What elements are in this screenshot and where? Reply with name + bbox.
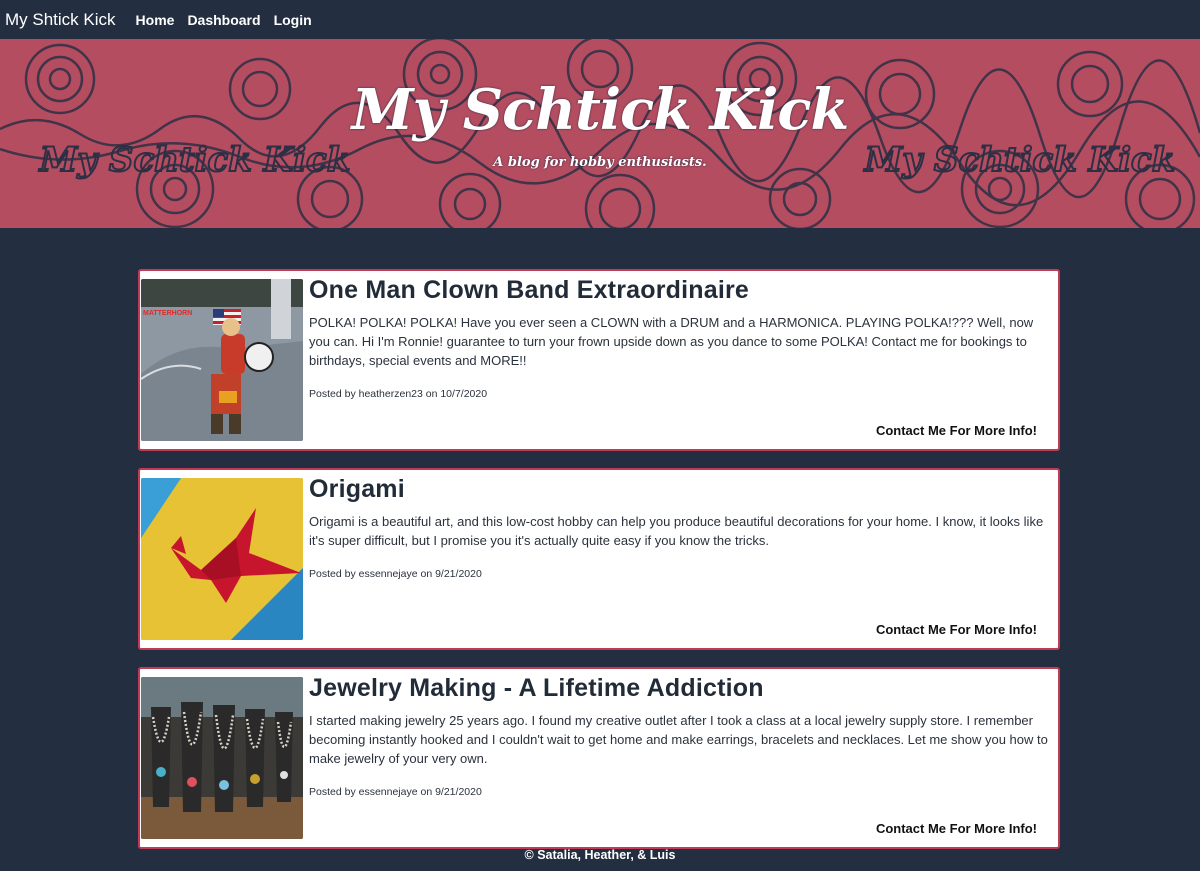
post-image-clown-band: MATTERHORN xyxy=(141,279,303,441)
contact-link[interactable]: Contact Me For More Info! xyxy=(876,423,1037,438)
post-card: MATTERHORN One Man Clown Band Extraordin… xyxy=(138,269,1060,451)
post-body: Jewelry Making - A Lifetime Addiction I … xyxy=(309,674,1054,839)
nav-home-link[interactable]: Home xyxy=(136,12,175,28)
post-meta: Posted by heatherzen23 on 10/7/2020 xyxy=(309,388,488,400)
post-body: Origami Origami is a beautiful art, and … xyxy=(309,475,1054,640)
top-navbar: My Shtick Kick Home Dashboard Login xyxy=(0,0,1200,39)
post-image-jewelry xyxy=(141,677,303,839)
hero-banner: My Schtick Kick My Schtick Kick My Schti… xyxy=(0,39,1200,228)
post-meta: Posted by essennejaye on 9/21/2020 xyxy=(309,568,482,580)
nav-login-link[interactable]: Login xyxy=(274,12,312,28)
svg-text:MATTERHORN: MATTERHORN xyxy=(143,310,192,317)
post-card: Origami Origami is a beautiful art, and … xyxy=(138,468,1060,650)
footer-credits: © Satalia, Heather, & Luis xyxy=(524,848,676,862)
hero-tagline: A blog for hobby enthusiasts. xyxy=(493,155,707,170)
post-excerpt: Origami is a beautiful art, and this low… xyxy=(309,514,1044,548)
post-title[interactable]: One Man Clown Band Extraordinaire xyxy=(309,276,1054,305)
post-body: One Man Clown Band Extraordinaire POLKA!… xyxy=(309,276,1054,441)
brand-link[interactable]: My Shtick Kick xyxy=(5,10,116,30)
post-excerpt: I started making jewelry 25 years ago. I… xyxy=(309,713,1048,766)
post-list: MATTERHORN One Man Clown Band Extraordin… xyxy=(138,269,1060,866)
nav-dashboard-link[interactable]: Dashboard xyxy=(187,12,260,28)
hero-title: My Schtick Kick xyxy=(351,77,850,143)
post-title[interactable]: Origami xyxy=(309,475,1054,504)
contact-link[interactable]: Contact Me For More Info! xyxy=(876,622,1037,637)
contact-link[interactable]: Contact Me For More Info! xyxy=(876,821,1037,836)
post-card: Jewelry Making - A Lifetime Addiction I … xyxy=(138,667,1060,849)
post-image-origami xyxy=(141,478,303,640)
post-meta: Posted by essennejaye on 9/21/2020 xyxy=(309,786,482,798)
post-excerpt: POLKA! POLKA! POLKA! Have you ever seen … xyxy=(309,315,1034,368)
post-title[interactable]: Jewelry Making - A Lifetime Addiction xyxy=(309,674,1054,703)
